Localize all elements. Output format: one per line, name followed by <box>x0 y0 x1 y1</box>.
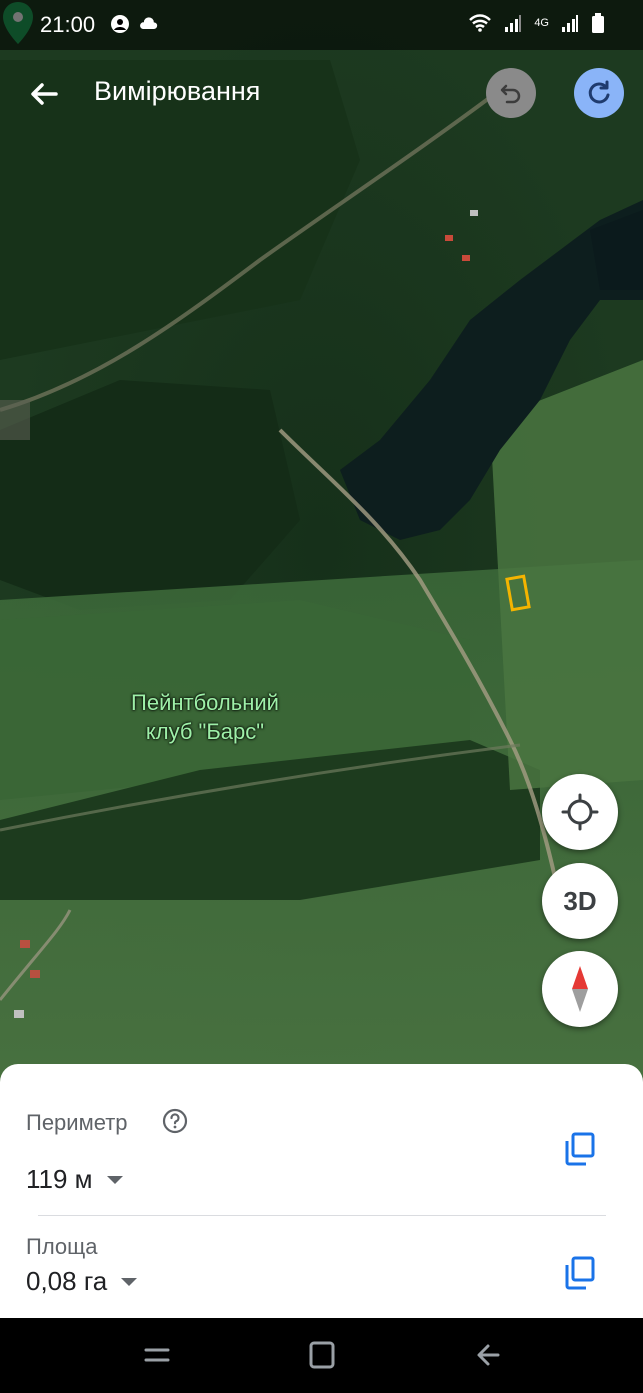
chevron-down-icon <box>121 1277 138 1286</box>
copy-icon[interactable] <box>564 1132 596 1166</box>
help-icon[interactable] <box>162 1108 188 1134</box>
undo-icon <box>500 84 521 104</box>
account-circle-icon <box>111 15 129 33</box>
wifi-icon <box>469 14 492 32</box>
measurement-sheet: Периметр 119 м Площа 0,08 га <box>0 1064 643 1318</box>
page-title: Вимірювання <box>94 76 261 106</box>
chevron-down-icon <box>106 1175 123 1184</box>
perimeter-value: 119 м <box>26 1164 93 1194</box>
home-icon[interactable] <box>305 1340 339 1370</box>
copy-icon[interactable] <box>564 1256 596 1290</box>
system-nav-bar <box>0 1318 643 1393</box>
my-location-icon <box>561 793 599 831</box>
my-location-button[interactable] <box>542 774 618 850</box>
divider <box>38 1215 606 1216</box>
satellite-map[interactable]: Пейнтбольний клуб "Барс" <box>0 0 643 1090</box>
back-icon[interactable] <box>472 1340 506 1370</box>
poi-label[interactable]: Пейнтбольний клуб "Барс" <box>100 688 310 746</box>
recents-icon[interactable] <box>140 1340 174 1370</box>
top-app-bar: Вимірювання <box>0 56 643 132</box>
compass-button[interactable] <box>542 951 618 1027</box>
redo-icon <box>588 80 610 104</box>
undo-button[interactable] <box>486 68 536 118</box>
map-imagery <box>0 0 643 1090</box>
arrow-back-icon[interactable] <box>22 72 66 116</box>
perimeter-value-dropdown[interactable]: 119 м <box>26 1164 123 1195</box>
area-value-dropdown[interactable]: 0,08 га <box>26 1266 138 1297</box>
area-value: 0,08 га <box>26 1266 108 1296</box>
signal-icon <box>505 15 522 32</box>
poi-label-line1: Пейнтбольний <box>131 690 279 715</box>
status-time: 21:00 <box>40 12 96 37</box>
cloud-icon <box>140 17 158 29</box>
battery-icon <box>592 13 604 33</box>
compass-icon <box>572 966 588 1012</box>
status-bar: 21:00 4G <box>0 0 643 50</box>
area-label: Площа <box>26 1234 98 1259</box>
3d-toggle-button[interactable]: 3D <box>542 863 618 939</box>
redo-button[interactable] <box>574 68 624 118</box>
perimeter-label: Периметр <box>26 1110 128 1135</box>
poi-label-line2: клуб "Барс" <box>145 719 265 744</box>
network-type: 4G <box>534 17 549 29</box>
signal-icon <box>562 15 578 32</box>
